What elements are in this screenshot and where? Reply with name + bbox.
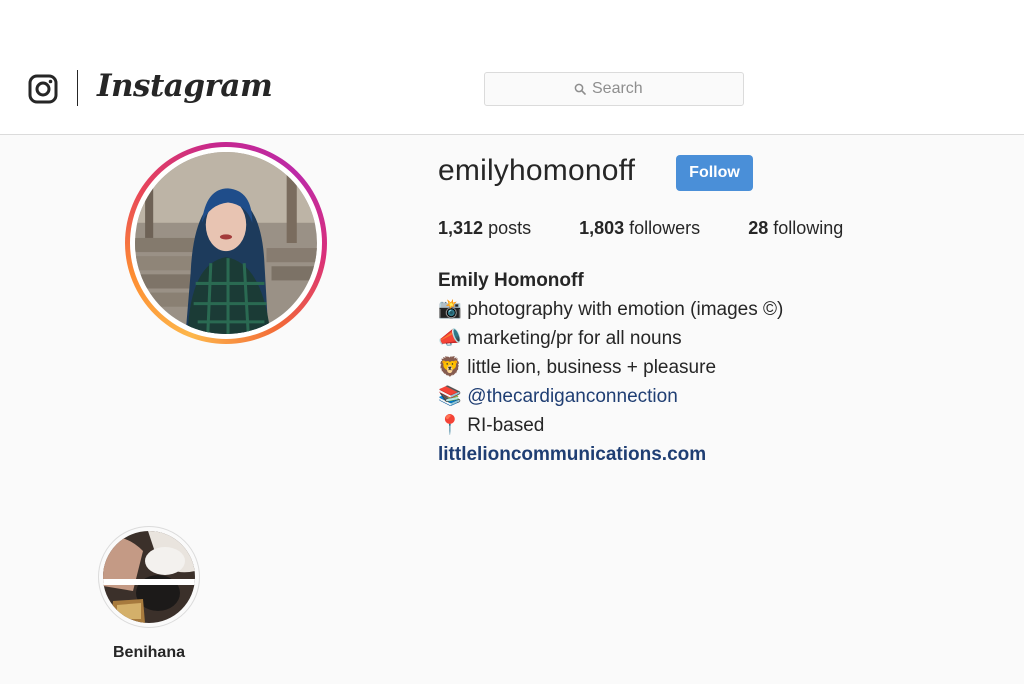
profile-photo <box>135 152 317 334</box>
top-navigation-bar: Instagram <box>0 0 1024 135</box>
instagram-wordmark[interactable]: Instagram <box>97 68 273 104</box>
bio-line: 📚 @thecardiganconnection <box>438 382 783 411</box>
search-box[interactable] <box>484 72 744 106</box>
lion-icon: 🦁 <box>438 356 462 378</box>
posts-count: 1,312 posts <box>438 218 531 239</box>
bio-mention-link[interactable]: @thecardiganconnection <box>467 386 677 407</box>
profile-bio: Emily Homonoff 📸 photography with emotio… <box>438 266 783 469</box>
profile-full-name: Emily Homonoff <box>438 270 584 291</box>
location-pin-icon: 📍 <box>438 414 462 436</box>
logo-divider <box>77 70 78 106</box>
bio-line-text: photography with emotion (images ©) <box>467 299 784 320</box>
bio-line: 📸 photography with emotion (images ©) <box>438 295 783 324</box>
highlight-cover-image <box>103 531 195 623</box>
story-highlight[interactable] <box>98 526 200 628</box>
bio-line: 📍 RI-based <box>438 411 783 440</box>
bio-line-text: marketing/pr for all nouns <box>467 328 682 349</box>
bio-line-text: little lion, business + pleasure <box>467 357 717 378</box>
highlight-label[interactable]: Benihana <box>98 644 200 662</box>
profile-stats: 1,312 posts 1,803 followers 28 following <box>438 218 891 239</box>
posts-count-value: 1,312 <box>438 218 484 238</box>
followers-count-value: 1,803 <box>579 218 625 238</box>
following-count-value: 28 <box>748 218 769 238</box>
bio-line-text: RI-based <box>467 415 545 436</box>
search-icon <box>574 83 586 95</box>
following-count[interactable]: 28 following <box>748 218 843 239</box>
bio-line: 📣 marketing/pr for all nouns <box>438 324 783 353</box>
follow-button[interactable]: Follow <box>676 155 753 191</box>
followers-count[interactable]: 1,803 followers <box>579 218 700 239</box>
posts-count-label: posts <box>488 218 532 238</box>
instagram-camera-icon[interactable] <box>28 74 58 104</box>
profile-avatar[interactable] <box>125 142 327 344</box>
profile-username: emilyhomonoff <box>438 154 636 187</box>
camera-flash-icon: 📸 <box>438 298 462 320</box>
bio-line: 🦁 little lion, business + pleasure <box>438 353 783 382</box>
search-input[interactable] <box>592 80 654 98</box>
profile-website-link[interactable]: littlelioncommunications.com <box>438 444 706 465</box>
books-icon: 📚 <box>438 385 462 407</box>
followers-count-label: followers <box>629 218 701 238</box>
following-count-label: following <box>773 218 844 238</box>
megaphone-icon: 📣 <box>438 327 462 349</box>
